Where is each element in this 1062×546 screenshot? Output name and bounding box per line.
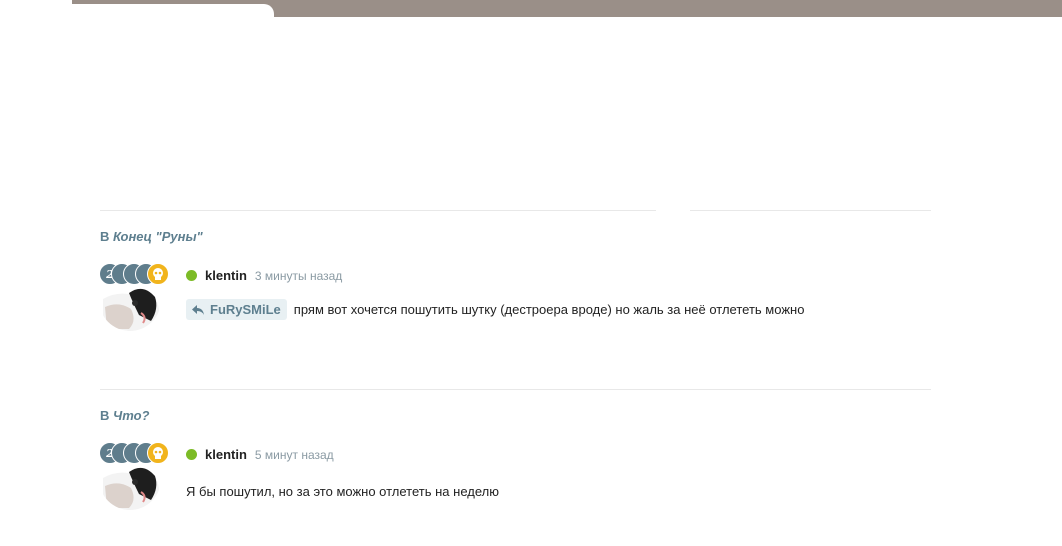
user-badges: 2: [99, 442, 171, 464]
online-status-icon: [186, 449, 197, 460]
comment-text: прям вот хочется пошутить шутку (дестрое…: [293, 302, 805, 317]
online-status-icon: [186, 270, 197, 281]
header-tab: [72, 4, 274, 24]
comment-body: FuRySMiLe прям вот хочется пошутить шутк…: [186, 299, 804, 320]
comment-time[interactable]: 3 минуты назад: [255, 269, 342, 283]
user-avatar-block[interactable]: 2: [99, 442, 169, 512]
comment-body: Я бы пошутил, но за это можно отлететь н…: [186, 484, 499, 499]
thread-link[interactable]: В Что?: [100, 408, 149, 423]
divider: [100, 389, 931, 390]
divider: [100, 210, 656, 211]
comment-header: klentin 5 минут назад: [186, 447, 334, 462]
user-avatar-block[interactable]: 2: [99, 263, 169, 333]
comment-header: klentin 3 минуты назад: [186, 268, 342, 283]
username-link[interactable]: klentin: [205, 447, 247, 462]
reply-to-user: FuRySMiLe: [210, 302, 281, 317]
thread-link[interactable]: В Конец "Руны": [100, 229, 203, 244]
skull-icon: [147, 442, 169, 464]
comment-time[interactable]: 5 минут назад: [255, 448, 334, 462]
user-badges: 2: [99, 263, 171, 285]
skull-icon: [147, 263, 169, 285]
reply-arrow-icon: [192, 304, 204, 315]
username-link[interactable]: klentin: [205, 268, 247, 283]
reply-to-chip[interactable]: FuRySMiLe: [186, 299, 287, 320]
comment-text: Я бы пошутил, но за это можно отлететь н…: [186, 484, 499, 499]
divider: [690, 210, 931, 211]
